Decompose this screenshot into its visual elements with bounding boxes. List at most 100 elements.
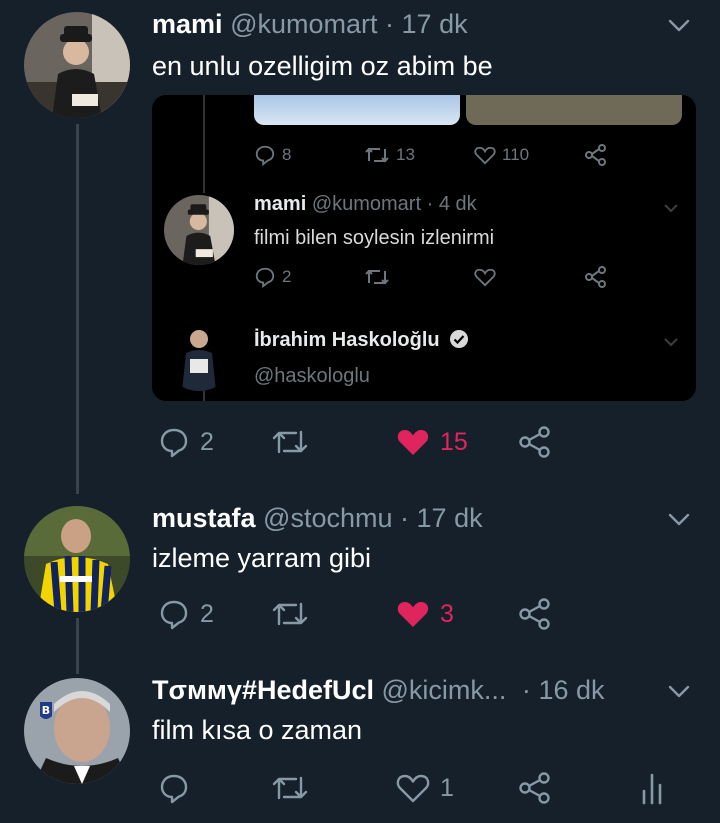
tweet-header: İbrahim Haskoloğlu [254,329,469,352]
tweet-text: izleme yarram gibi [152,543,372,573]
share-icon [585,144,606,166]
retweet-button[interactable] [364,263,390,291]
reply-icon [255,145,275,166]
share-icon [585,266,606,288]
reply-button[interactable] [158,768,200,808]
reply-icon [255,267,275,288]
reply-icon [160,428,188,458]
avatar[interactable] [24,12,130,118]
avatar[interactable] [164,321,234,391]
share-button[interactable] [518,422,552,462]
timestamp[interactable]: 17 dk [402,9,468,39]
heart-icon [397,430,429,455]
display-name[interactable]: Tσммγ#HedefUcl [152,675,374,705]
separator: · [400,503,410,533]
heart-icon [474,268,496,287]
tweet-actions: 2 [254,263,674,291]
avatar[interactable] [24,506,130,612]
like-button[interactable] [474,263,496,291]
thread-line [203,95,205,193]
chevron-down-icon[interactable] [666,506,692,532]
retweet-button[interactable] [270,422,320,462]
retweet-icon [365,269,389,285]
share-button[interactable] [584,263,608,291]
share-icon [519,426,550,458]
timestamp[interactable]: 17 dk [417,503,483,533]
tweet[interactable]: mami @kumomart · 17 dk en unlu ozelligim… [0,0,720,490]
image-thumbnail [254,95,460,125]
like-button[interactable]: 3 [396,594,454,634]
chevron-down-icon [664,338,678,347]
verified-badge-icon [450,330,469,348]
tweet-text: en unlu ozelligim oz abim be [152,51,493,81]
retweet-button[interactable] [270,768,320,808]
share-icon [519,772,550,804]
tweet-header: mustafa @stochmu · 17 dk [152,502,483,534]
like-button[interactable]: 1 [396,768,454,808]
display-name: mami [254,193,307,215]
avatar[interactable] [164,195,234,265]
image-thumbnail [466,95,682,125]
like-button[interactable]: 110 [474,141,529,169]
timestamp: 4 dk [438,193,477,215]
retweet-icon [272,776,308,800]
separator: · [521,675,531,705]
tweet-text: filmi bilen soylesin izlenirmi [254,227,495,249]
display-name[interactable]: mami [152,9,223,39]
analytics-button[interactable] [640,768,664,808]
display-name[interactable]: mustafa [152,503,256,533]
reply-button[interactable]: 2 [158,422,214,462]
share-button[interactable] [518,768,552,808]
username[interactable]: @stochmu [263,503,392,533]
reply-button[interactable]: 2 [158,594,214,634]
separator: · [426,193,434,215]
reply-button[interactable]: 8 [254,141,291,169]
heart-icon [396,774,430,803]
retweet-icon [272,430,308,454]
reply-count: 2 [200,599,214,628]
reply-icon [160,774,188,804]
heart-icon [474,146,496,165]
tweet-actions: 2 15 [150,422,710,462]
retweet-icon [272,602,308,626]
reply-icon [160,600,188,630]
tweet[interactable]: B Tσммγ#HedefUcl @kicimk... · 16 dk film… [0,666,720,823]
reply-count: 2 [200,427,214,456]
chevron-down-icon[interactable] [666,12,692,38]
tweet-actions: 8 13 110 [254,141,674,169]
tweet-actions: 1 [150,768,710,808]
username: @kumomart [311,193,422,215]
username[interactable]: @kicimk... [382,675,507,705]
retweet-count: 13 [396,145,415,164]
tweet-text: film kısa o zaman [152,715,363,745]
tweet[interactable]: mustafa @stochmu · 17 dk izleme yarram g… [0,494,720,664]
separator: · [385,9,395,39]
like-count: 15 [440,427,468,456]
like-count: 1 [440,773,454,802]
svg-text:B: B [42,704,50,717]
tweet-header: mami @kumomart · 17 dk [152,8,468,40]
display-name: İbrahim Haskoloğlu [254,329,440,351]
chevron-down-icon[interactable] [666,678,692,704]
tweet-actions: 2 3 [150,594,710,634]
like-count: 3 [440,599,454,628]
share-icon [519,598,550,630]
avatar[interactable]: B [24,678,130,784]
retweet-icon [365,147,389,163]
embedded-screenshot[interactable]: 8 13 110 mami @kumomart · 4 dk filmi bil… [152,95,696,401]
chevron-down-icon [664,204,678,213]
reply-count: 2 [282,267,292,286]
timestamp[interactable]: 16 dk [538,675,604,705]
tweet-header: Tσммγ#HedefUcl @kicimk... · 16 dk [152,674,605,706]
like-count: 110 [502,145,530,164]
reply-button[interactable]: 2 [254,263,291,291]
analytics-icon [642,773,662,805]
username: @haskologlu [254,365,370,387]
reply-count: 8 [282,145,292,164]
share-button[interactable] [584,141,608,169]
username[interactable]: @kumomart [230,9,377,39]
retweet-button[interactable] [270,594,320,634]
like-button[interactable]: 15 [396,422,468,462]
retweet-button[interactable]: 13 [364,141,415,169]
share-button[interactable] [518,594,552,634]
